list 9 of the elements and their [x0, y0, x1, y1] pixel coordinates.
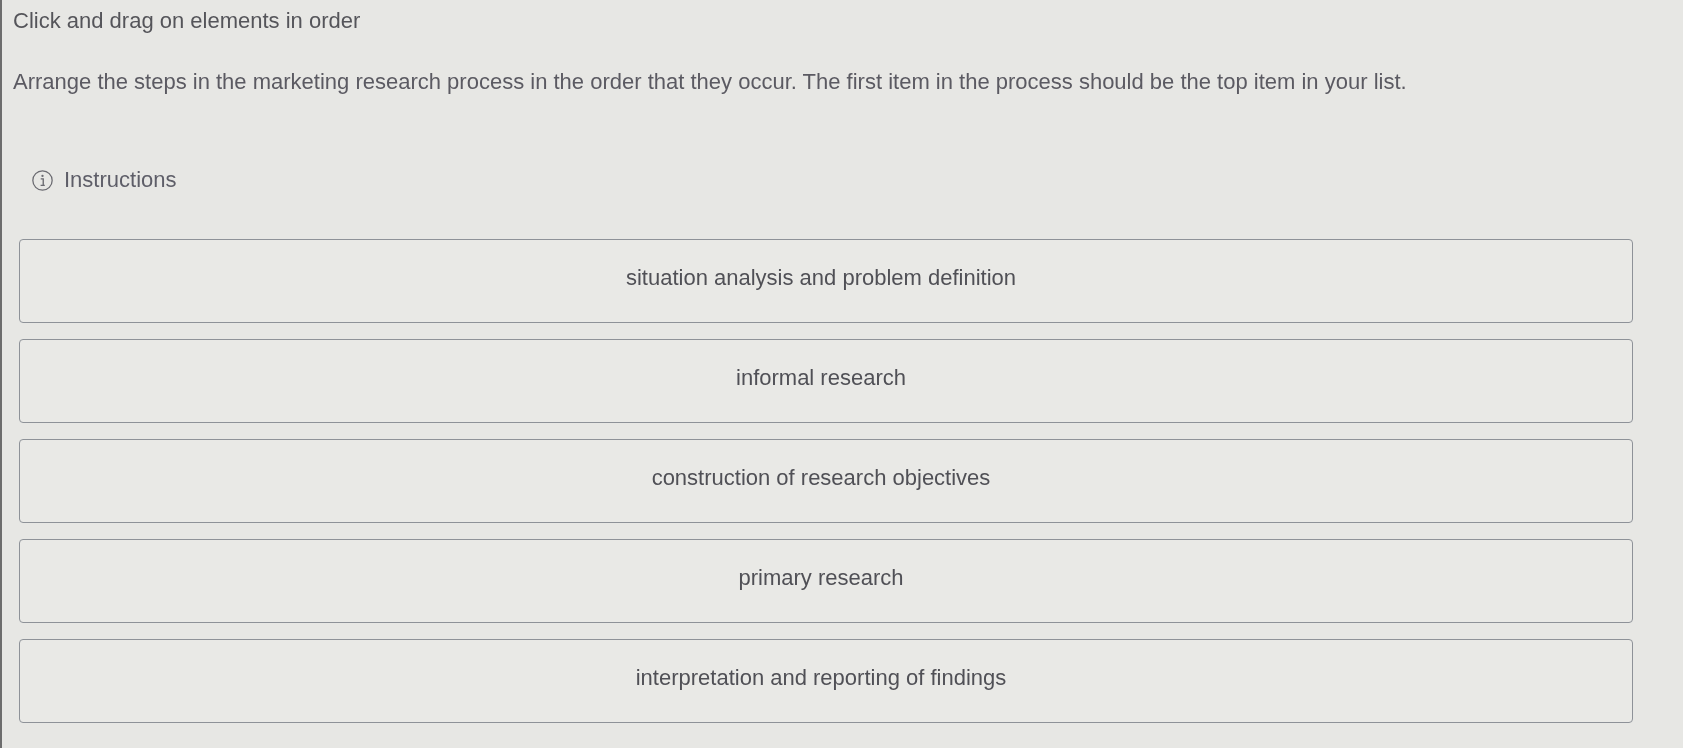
question-text: Arrange the steps in the marketing research process in the order that they occur. The first item in the process should be the top item in your list.: [13, 69, 1407, 95]
draggable-answer-item[interactable]: interpretation and reporting of findings: [19, 639, 1633, 723]
question-heading: Click and drag on elements in order: [13, 8, 361, 34]
draggable-answer-item[interactable]: informal research: [19, 339, 1633, 423]
draggable-answer-item[interactable]: construction of research objectives: [19, 439, 1633, 523]
draggable-answer-item[interactable]: situation analysis and problem definition: [19, 239, 1633, 323]
info-icon: [32, 169, 53, 191]
instructions-link[interactable]: Instructions: [32, 167, 177, 193]
draggable-answer-item[interactable]: primary research: [19, 539, 1633, 623]
